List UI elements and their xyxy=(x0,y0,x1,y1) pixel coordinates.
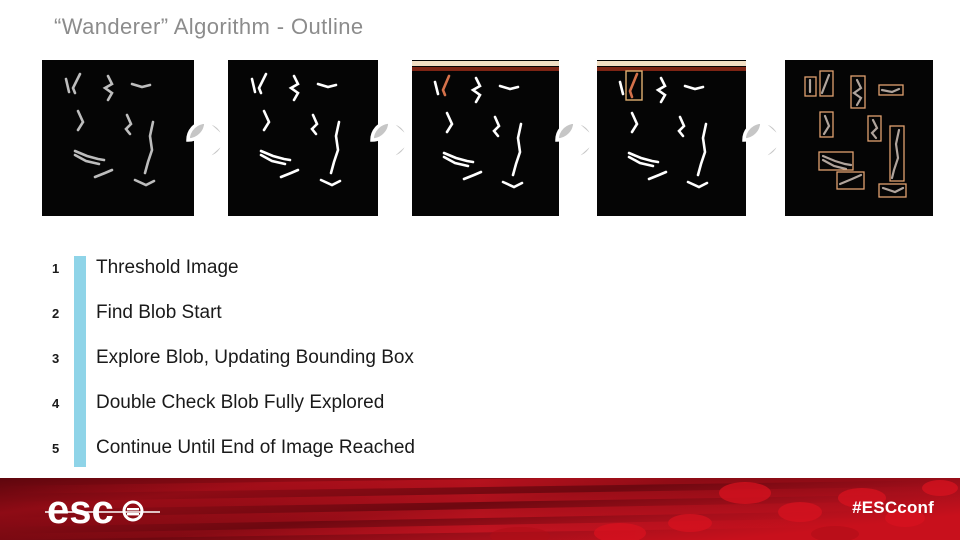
slide-root: “Wanderer” Algorithm - Outline 1 Thresho… xyxy=(0,0,960,540)
panel-complete-graphic xyxy=(785,60,933,216)
esc-logo: esc xyxy=(45,487,165,533)
figure-panel-explore xyxy=(597,60,746,216)
algorithm-panel-strip xyxy=(0,60,960,216)
scanline-bottom xyxy=(597,67,746,71)
outline-list: 1 Threshold Image 2 Find Blob Start 3 Ex… xyxy=(0,240,960,476)
esc-logo-text: esc xyxy=(47,488,114,532)
list-item-label: Threshold Image xyxy=(96,257,239,278)
list-item[interactable]: 4 Double Check Blob Fully Explored xyxy=(0,388,900,418)
list-item-label: Continue Until End of Image Reached xyxy=(96,437,415,458)
list-item[interactable]: 1 Threshold Image xyxy=(0,253,900,283)
list-item-number: 2 xyxy=(52,305,60,321)
panel-explore-graphic xyxy=(597,60,746,216)
panel-original-graphic xyxy=(42,60,194,216)
esc-logo-icon: esc xyxy=(45,488,160,532)
conference-hashtag: #ESCconf xyxy=(852,498,934,517)
page-title: “Wanderer” Algorithm - Outline xyxy=(54,14,364,39)
list-item-label: Find Blob Start xyxy=(96,302,222,323)
list-item[interactable]: 2 Find Blob Start xyxy=(0,298,900,328)
panel-threshold-graphic xyxy=(228,60,378,216)
list-item-label: Explore Blob, Updating Bounding Box xyxy=(96,347,414,368)
figure-panel-scan xyxy=(412,60,559,216)
slide-footer: esc #ESCconf xyxy=(0,478,960,540)
figure-panel-complete xyxy=(785,60,933,216)
scanline-bottom xyxy=(412,67,559,71)
scanline-top xyxy=(597,61,746,66)
list-item-label: Double Check Blob Fully Explored xyxy=(96,392,385,413)
scanline-top xyxy=(412,61,559,66)
figure-panel-original xyxy=(42,60,194,216)
list-item-number: 3 xyxy=(52,350,60,366)
list-item[interactable]: 3 Explore Blob, Updating Bounding Box xyxy=(0,343,900,373)
figure-panel-threshold xyxy=(228,60,378,216)
list-item-number: 4 xyxy=(52,395,60,411)
panel-scan-graphic xyxy=(412,60,559,216)
list-item-number: 5 xyxy=(52,440,60,456)
list-item-number: 1 xyxy=(52,260,60,276)
list-item[interactable]: 5 Continue Until End of Image Reached xyxy=(0,433,900,463)
